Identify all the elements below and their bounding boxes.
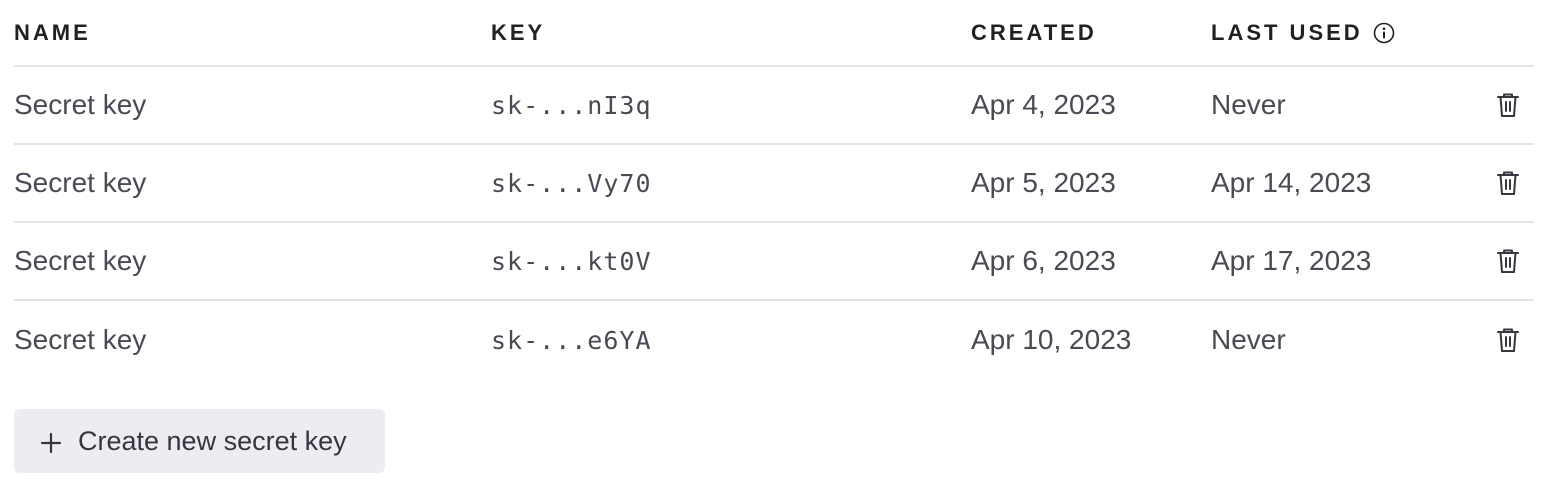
info-icon[interactable] — [1373, 22, 1395, 44]
table-header: NAME KEY CREATED LAST USED — [14, 0, 1534, 67]
key-value: sk-...nI3q — [491, 90, 652, 120]
trash-icon[interactable] — [1496, 327, 1520, 353]
delete-key-button[interactable] — [1496, 223, 1520, 299]
trash-icon[interactable] — [1496, 170, 1520, 196]
key-last-used: Apr 14, 2023 — [1211, 167, 1372, 198]
key-value: sk-...e6YA — [491, 325, 652, 355]
key-last-used: Never — [1211, 324, 1286, 355]
key-created: Apr 5, 2023 — [971, 167, 1116, 198]
delete-key-button[interactable] — [1496, 67, 1520, 143]
key-created: Apr 10, 2023 — [971, 324, 1132, 355]
header-key: KEY — [491, 19, 546, 45]
key-name: Secret key — [14, 167, 147, 198]
trash-icon[interactable] — [1496, 248, 1520, 274]
key-last-used: Never — [1211, 89, 1286, 120]
table-row: Secret key sk-...e6YA Apr 10, 2023 Never — [14, 301, 1534, 379]
plus-icon — [40, 430, 62, 454]
delete-key-button[interactable] — [1496, 301, 1520, 379]
api-keys-table: NAME KEY CREATED LAST USED Secret key sk… — [14, 0, 1534, 379]
header-created: CREATED — [971, 19, 1097, 45]
create-new-secret-key-button[interactable]: Create new secret key — [14, 409, 385, 473]
table-row: Secret key sk-...nI3q Apr 4, 2023 Never — [14, 67, 1534, 145]
header-name: NAME — [14, 19, 91, 45]
trash-icon[interactable] — [1496, 92, 1520, 118]
key-created: Apr 6, 2023 — [971, 245, 1116, 276]
key-value: sk-...kt0V — [491, 246, 652, 276]
key-value: sk-...Vy70 — [491, 168, 652, 198]
header-last-used: LAST USED — [1211, 0, 1395, 65]
key-created: Apr 4, 2023 — [971, 89, 1116, 120]
table-row: Secret key sk-...Vy70 Apr 5, 2023 Apr 14… — [14, 145, 1534, 223]
header-last-used-label: LAST USED — [1211, 19, 1363, 45]
create-button-label: Create new secret key — [78, 425, 347, 456]
table-row: Secret key sk-...kt0V Apr 6, 2023 Apr 17… — [14, 223, 1534, 301]
delete-key-button[interactable] — [1496, 145, 1520, 221]
key-name: Secret key — [14, 324, 147, 355]
key-name: Secret key — [14, 89, 147, 120]
key-name: Secret key — [14, 245, 147, 276]
key-last-used: Apr 17, 2023 — [1211, 245, 1372, 276]
